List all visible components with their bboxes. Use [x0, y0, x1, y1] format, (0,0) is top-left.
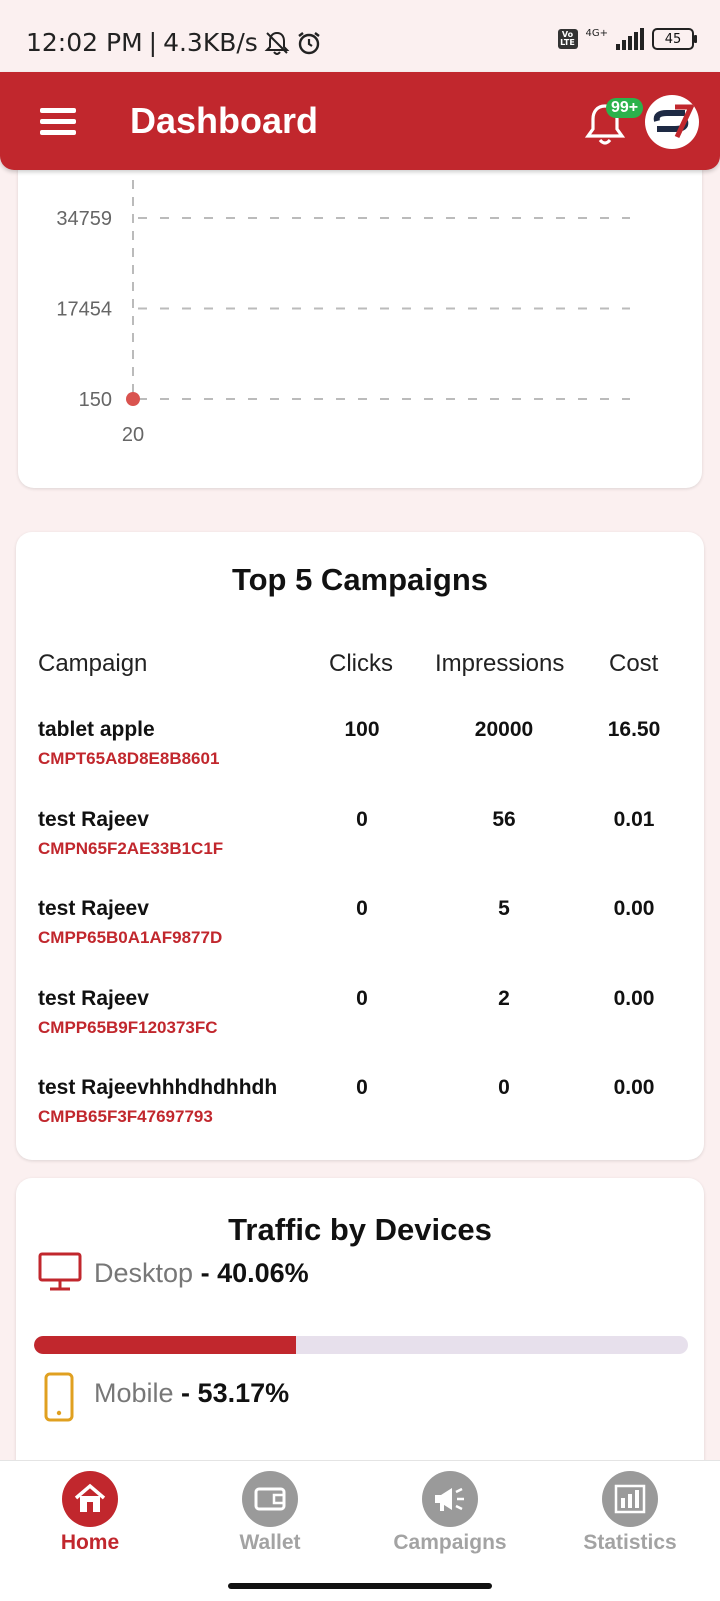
nav-home-label: Home — [60, 1531, 120, 1554]
bar-chart-icon — [602, 1471, 658, 1527]
campaign-name: test Rajeevhhhdhdhhdh — [38, 1076, 278, 1099]
campaign-cost: 0.01 — [613, 808, 655, 831]
chart-x-ticks: 20 — [122, 424, 144, 446]
mute-bell-icon — [264, 31, 290, 55]
column-header-impressions: Impressions — [435, 650, 565, 677]
page-title: Dashboard — [130, 100, 319, 141]
devices-title: Traffic by Devices — [228, 1212, 492, 1247]
nav-wallet[interactable]: Wallet — [195, 1471, 345, 1555]
desktop-progress-bar — [34, 1336, 688, 1354]
y-tick-label: 17454 — [56, 299, 112, 321]
status-time: 12:02 PM — [26, 28, 143, 57]
campaign-cost: 0.00 — [613, 1076, 655, 1099]
y-tick-label: 34759 — [56, 208, 112, 230]
campaign-id: CMPN65F2AE33B1C1F — [38, 839, 224, 858]
table-row[interactable]: test Rajeev CMPP65B9F120373FC 0 2 0.00 — [16, 987, 704, 1047]
menu-icon[interactable] — [40, 108, 76, 136]
mobile-value: 53.17% — [197, 1378, 290, 1408]
campaign-clicks: 0 — [356, 897, 368, 920]
desktop-label: Desktop — [94, 1258, 194, 1288]
mobile-icon — [44, 1372, 74, 1422]
battery-icon: 45 — [652, 28, 697, 50]
campaign-clicks: 0 — [356, 1076, 368, 1099]
nav-statistics-label: Statistics — [583, 1531, 677, 1554]
y-tick-label: 150 — [79, 389, 112, 411]
campaign-id: CMPP65B9F120373FC — [38, 1018, 218, 1037]
avatar-logo-icon — [653, 104, 695, 139]
chart-card: 34759 17454 150 20 — [18, 150, 702, 488]
campaign-cost: 0.00 — [613, 987, 655, 1010]
gesture-home-bar[interactable] — [228, 1583, 492, 1589]
chart-grid — [138, 217, 630, 400]
column-header-cost: Cost — [609, 650, 659, 677]
campaign-clicks: 100 — [344, 718, 380, 741]
table-row[interactable]: test Rajeev CMPP65B0A1AF9877D 0 5 0.00 — [16, 897, 704, 957]
campaign-clicks: 0 — [356, 987, 368, 1010]
nav-home[interactable]: Home — [15, 1471, 165, 1555]
campaign-impressions: 2 — [498, 987, 510, 1010]
table-row[interactable]: test Rajeev CMPN65F2AE33B1C1F 0 56 0.01 — [16, 808, 704, 868]
table-row[interactable]: test Rajeevhhhdhdhhdh CMPB65F3F47697793 … — [16, 1076, 704, 1136]
desktop-traffic: Desktop - 40.06% — [94, 1258, 309, 1289]
status-left: 12:02 PM | 4.3KB/s — [26, 28, 322, 57]
mobile-label: Mobile — [94, 1378, 174, 1408]
status-separator: | — [148, 28, 158, 57]
campaign-cost: 0.00 — [613, 897, 655, 920]
table-row[interactable]: tablet apple CMPT65A8D8E8B8601 100 20000… — [16, 718, 704, 778]
alarm-icon — [298, 31, 320, 54]
campaign-cost: 16.50 — [607, 718, 661, 741]
campaign-impressions: 20000 — [474, 718, 534, 741]
column-header-campaign: Campaign — [38, 650, 148, 677]
nav-statistics[interactable]: Statistics — [555, 1471, 705, 1555]
campaign-id: CMPP65B0A1AF9877D — [38, 928, 223, 947]
wallet-icon — [242, 1471, 298, 1527]
campaign-id: CMPB65F3F47697793 — [38, 1107, 213, 1126]
campaign-name: test Rajeev — [38, 808, 149, 831]
desktop-progress-fill — [34, 1336, 296, 1354]
campaigns-title: Top 5 Campaigns — [231, 562, 489, 597]
status-right: Vo LTE 4G+ 45 — [557, 27, 697, 50]
nav-campaigns-label: Campaigns — [393, 1531, 507, 1554]
separator: - — [193, 1258, 218, 1288]
notification-badge: 99+ — [606, 98, 644, 118]
campaign-id: CMPT65A8D8E8B8601 — [38, 749, 220, 768]
desktop-value: 40.06% — [217, 1258, 309, 1288]
volte-icon: Vo LTE — [557, 29, 578, 49]
chart-y-ticks: 34759 17454 150 — [56, 208, 112, 411]
signal-icon — [616, 28, 644, 50]
mobile-traffic: Mobile - 53.17% — [94, 1378, 289, 1409]
chart-point[interactable] — [126, 392, 140, 406]
megaphone-icon — [422, 1471, 478, 1527]
campaign-impressions: 5 — [498, 897, 510, 920]
campaign-impressions: 56 — [492, 808, 516, 831]
nav-campaigns[interactable]: Campaigns — [375, 1471, 525, 1555]
column-header-clicks: Clicks — [329, 650, 393, 677]
home-icon — [62, 1471, 118, 1527]
campaign-name: test Rajeev — [38, 897, 149, 920]
bottom-navigation: Home Wallet Campaigns Statistics — [0, 1460, 720, 1601]
top-campaigns-card: Top 5 Campaigns Campaign Clicks Impressi… — [16, 532, 704, 1160]
nav-wallet-label: Wallet — [239, 1531, 301, 1554]
chart-points — [126, 392, 140, 406]
campaign-name: tablet apple — [38, 718, 155, 741]
battery-level: 45 — [664, 31, 682, 47]
status-speed: 4.3KB/s — [163, 28, 258, 57]
app-bar: Dashboard 99+ — [0, 72, 720, 170]
separator: - — [173, 1378, 198, 1408]
network-type: 4G+ — [585, 27, 609, 39]
status-bar: 12:02 PM | 4.3KB/s Vo LTE 4G+ 45 — [0, 0, 720, 72]
traffic-devices-card: Traffic by Devices Desktop - 40.06% Mobi… — [16, 1178, 704, 1478]
impressions-chart: 34759 17454 150 20 — [56, 180, 630, 446]
avatar[interactable] — [645, 95, 699, 149]
campaign-clicks: 0 — [356, 808, 368, 831]
campaign-name: test Rajeev — [38, 987, 149, 1010]
desktop-icon — [38, 1252, 82, 1291]
campaign-impressions: 0 — [498, 1076, 510, 1099]
x-tick-label: 20 — [122, 424, 144, 446]
